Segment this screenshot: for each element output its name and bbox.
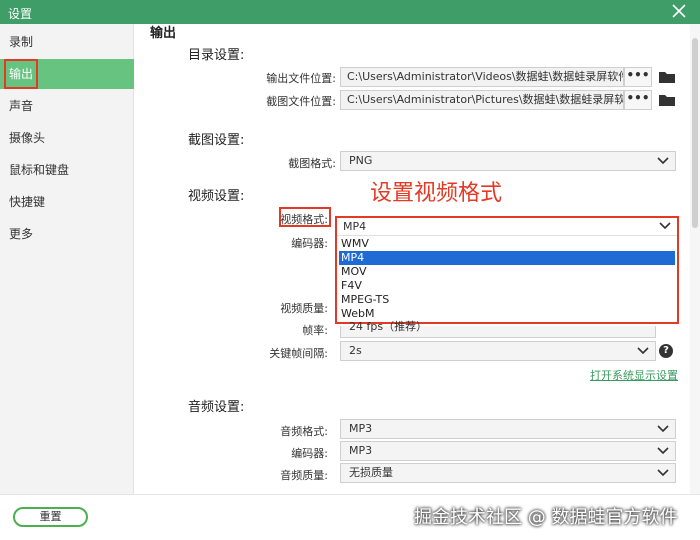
audio-quality-value: 无损质量 [349,466,393,479]
output-nav-highlight [4,59,38,89]
keyframe-value: 2s [349,344,362,357]
audio-heading: 音频设置: [188,400,245,415]
audio-encoder-label: 编码器: [291,447,328,460]
content-scrollbar[interactable] [690,24,700,494]
video-quality-label: 视频质量: [280,302,328,315]
screenshot-format-label: 截图格式: [288,157,336,170]
video-encoder-label: 编码器: [291,237,328,250]
format-option-mpeg-ts[interactable]: MPEG-TS [339,293,675,307]
format-option-mov[interactable]: MOV [339,265,675,279]
video-format-value: MP4 [343,220,367,233]
video-format-select[interactable]: MP4 [337,218,677,236]
chevron-down-icon [657,157,669,165]
settings-content: 输出 目录设置: 输出文件位置: C:\Users\Administrator\… [134,24,700,494]
video-format-annotation: 设置视频格式 [370,181,503,206]
chevron-down-icon [657,469,669,477]
sidebar: 录制 输出 声音 摄像头 鼠标和键盘 快捷键 更多 [0,24,134,494]
video-heading: 视频设置: [188,189,245,204]
format-option-f4v[interactable]: F4V [339,279,675,293]
framerate-label: 帧率: [302,324,328,337]
section-title: 输出 [150,26,177,41]
chevron-down-icon [637,347,649,355]
video-format-dropdown[interactable]: MP4 WMV MP4 MOV F4V MPEG-TS WebM GIF [335,216,679,324]
sidebar-item-mouse-keyboard[interactable]: 鼠标和键盘 [0,155,134,185]
title-bar: 设置 [0,0,700,24]
sidebar-item-sound[interactable]: 声音 [0,91,134,121]
close-icon[interactable] [670,2,688,20]
screenshot-format-value: PNG [349,154,373,167]
chevron-down-icon [659,222,671,230]
output-path-label: 输出文件位置: [266,72,336,85]
screenshot-heading: 截图设置: [188,133,245,148]
framerate-select[interactable]: 24 fps（推荐） [340,320,656,338]
screenshot-path-label: 截图文件位置: [266,95,336,108]
framerate-value: 24 fps（推荐） [349,320,428,333]
audio-encoder-select[interactable]: MP3 [340,441,676,461]
output-path-field[interactable]: C:\Users\Administrator\Videos\数据蛙\数据蛙录屏软… [340,67,624,87]
sidebar-item-record[interactable]: 录制 [0,27,134,57]
screenshot-folder-icon[interactable] [658,93,676,107]
window-title: 设置 [8,7,33,21]
footer: 重置 掘金技术社区 @ 数据蛙官方软件 [0,494,700,540]
audio-format-label: 音频格式: [280,425,328,438]
sidebar-item-hotkeys[interactable]: 快捷键 [0,187,134,217]
format-option-mp4[interactable]: MP4 [339,251,675,265]
audio-quality-label: 音频质量: [280,469,328,482]
audio-quality-select[interactable]: 无损质量 [340,463,676,483]
keyframe-label: 关键帧间隔: [269,347,328,360]
sidebar-item-camera[interactable]: 摄像头 [0,123,134,153]
scrollbar-thumb[interactable] [692,38,698,228]
audio-format-value: MP3 [349,422,373,435]
sidebar-item-more[interactable]: 更多 [0,219,134,249]
help-icon[interactable]: ? [659,344,673,358]
audio-encoder-value: MP3 [349,444,373,457]
screenshot-path-field[interactable]: C:\Users\Administrator\Pictures\数据蛙\数据蛙录… [340,90,624,110]
audio-format-select[interactable]: MP3 [340,419,676,439]
chevron-down-icon [657,447,669,455]
display-settings-link[interactable]: 打开系统显示设置 [590,367,678,383]
screenshot-browse-button[interactable]: ••• [624,90,652,110]
chevron-down-icon [657,425,669,433]
keyframe-select[interactable]: 2s [340,341,656,361]
format-option-wmv[interactable]: WMV [339,237,675,251]
output-folder-icon[interactable] [658,70,676,84]
watermark: 掘金技术社区 @ 数据蛙官方软件 [414,507,678,528]
screenshot-format-select[interactable]: PNG [340,151,676,171]
reset-button[interactable]: 重置 [13,507,88,527]
video-format-label: 视频格式: [280,213,328,226]
directory-heading: 目录设置: [188,48,245,63]
output-browse-button[interactable]: ••• [624,67,652,87]
